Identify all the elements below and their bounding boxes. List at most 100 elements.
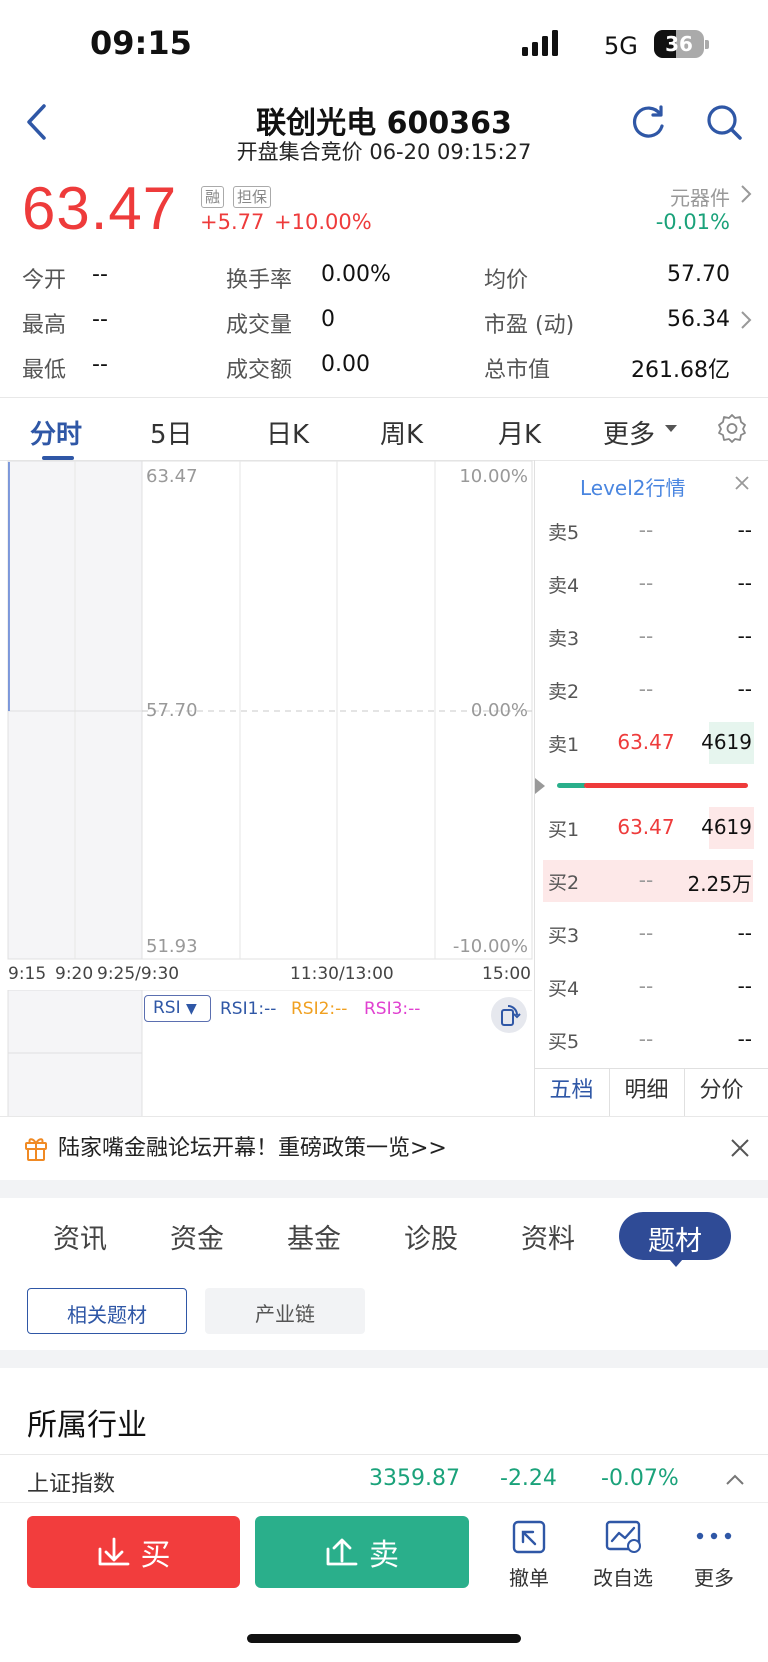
last-price: 63.47	[22, 175, 178, 242]
tab-news[interactable]: 资讯	[53, 1217, 107, 1256]
mktcap-label: 总市值	[484, 358, 551, 383]
order-sell-4: 卖4 -- --	[543, 559, 768, 609]
level2-title[interactable]: Level2行情	[580, 472, 686, 501]
mktcap-value: 261.68亿	[631, 358, 730, 383]
tab-day-k[interactable]: 日K	[266, 414, 309, 451]
guarantee-tag: 担保	[233, 186, 272, 208]
tab-funds[interactable]: 资金	[170, 1217, 224, 1256]
amount-value: 0.00	[321, 352, 370, 377]
high-label: 最高	[22, 313, 67, 338]
tab-diagnose[interactable]: 诊股	[404, 1217, 458, 1256]
ob-volume: --	[737, 624, 752, 648]
rsi3-value: RSI3:--	[364, 999, 421, 1019]
chevron-right-icon[interactable]	[740, 184, 752, 204]
cancel-order-label[interactable]: 撤单	[484, 1562, 574, 1591]
bid-ask-ratio-bar	[534, 774, 768, 798]
ob-volume: 4619	[701, 815, 752, 839]
time-label: 9:25/9:30	[97, 964, 180, 984]
price-change-pct: +10.00%	[274, 210, 372, 234]
ob-label: 卖5	[548, 522, 580, 544]
close-icon[interactable]	[731, 1139, 749, 1157]
rotate-landscape-icon[interactable]	[491, 997, 527, 1033]
order-buy-4: 买4 -- --	[543, 962, 768, 1012]
close-icon[interactable]	[735, 476, 749, 490]
order-buy-5: 买5 -- --	[543, 1015, 768, 1065]
pct-top-label: 10.00%	[459, 466, 528, 487]
buy-button[interactable]: 买	[27, 1516, 240, 1588]
ob-label: 买3	[548, 925, 580, 947]
settings-gear-icon[interactable]	[717, 413, 747, 443]
sell-button[interactable]: 卖	[255, 1516, 469, 1588]
search-icon[interactable]	[706, 104, 744, 142]
tab-profile[interactable]: 资料	[521, 1217, 575, 1256]
ob-volume: --	[737, 571, 752, 595]
home-indicator[interactable]	[247, 1634, 521, 1643]
ob-price: --	[638, 1027, 654, 1051]
ob-volume: --	[737, 974, 752, 998]
buy-arrow-icon	[97, 1537, 131, 1567]
sell-label: 卖	[369, 1538, 399, 1573]
sector-name[interactable]: 元器件	[670, 182, 730, 211]
avg-price-value: 57.70	[667, 262, 730, 287]
ob-price: 63.47	[617, 815, 675, 839]
index-name[interactable]: 上证指数	[27, 1466, 115, 1498]
ob-label: 卖4	[548, 575, 580, 597]
ob-label: 买1	[548, 819, 580, 841]
ob-price: --	[638, 974, 654, 998]
time-label: 9:15	[8, 964, 47, 984]
tab-fundamentals[interactable]: 基金	[287, 1217, 341, 1256]
caret-down-icon: ▼	[186, 1001, 197, 1017]
tab-month-k[interactable]: 月K	[498, 414, 541, 451]
ob-label: 卖2	[548, 681, 580, 703]
ob-price: --	[638, 868, 654, 892]
tab-detail[interactable]: 明细	[609, 1072, 684, 1104]
tab-more[interactable]: 更多	[603, 414, 655, 451]
edit-watchlist-icon[interactable]	[604, 1519, 644, 1555]
subtab-chain[interactable]: 产业链	[205, 1288, 365, 1334]
ob-label: 买5	[548, 1031, 580, 1053]
ob-price: --	[638, 677, 654, 701]
notice-banner[interactable]: 陆家嘴金融论坛开幕！重磅政策一览>>	[0, 1117, 768, 1179]
order-sell-3: 卖3 -- --	[543, 612, 768, 662]
more-dots-icon[interactable]	[696, 1532, 732, 1540]
volume-label: 成交量	[226, 313, 293, 338]
tab-themes[interactable]: 题材	[619, 1212, 731, 1260]
pct-mid-label: 0.00%	[470, 700, 528, 721]
chevron-right-icon[interactable]	[740, 310, 752, 330]
notice-text[interactable]: 陆家嘴金融论坛开幕！重磅政策一览>>	[58, 1130, 447, 1162]
high-value: --	[92, 307, 108, 332]
time-label: 15:00	[482, 964, 531, 984]
tab-price-dist[interactable]: 分价	[684, 1072, 759, 1104]
more-label[interactable]: 更多	[669, 1562, 759, 1591]
pct-bottom-label: -10.00%	[452, 936, 528, 957]
index-change: -2.24	[500, 1466, 557, 1491]
ob-volume: --	[737, 677, 752, 701]
tab-week-k[interactable]: 周K	[380, 414, 423, 451]
turnover-rate-value: 0.00%	[321, 262, 391, 287]
section-divider	[0, 1180, 768, 1198]
refresh-icon[interactable]	[630, 104, 666, 140]
order-buy-3: 买3 -- --	[543, 909, 768, 959]
battery-tip	[705, 40, 709, 49]
tab-five-level[interactable]: 五档	[534, 1072, 609, 1104]
subtab-related[interactable]: 相关题材	[27, 1288, 187, 1334]
signal-icon	[522, 30, 560, 56]
order-buy-1: 买1 63.47 4619	[543, 803, 768, 853]
open-value: --	[92, 262, 108, 287]
divider	[0, 1454, 768, 1455]
indicator-selector[interactable]: RSI ▼	[144, 995, 211, 1022]
volume-value: 0	[321, 307, 335, 332]
ob-label: 买2	[548, 872, 580, 894]
low-value: --	[92, 352, 108, 377]
gift-icon	[24, 1135, 48, 1161]
cancel-order-icon[interactable]	[511, 1519, 547, 1555]
edit-watchlist-label[interactable]: 改自选	[578, 1562, 668, 1591]
chevron-up-icon[interactable]	[726, 1474, 744, 1486]
caret-down-icon[interactable]	[665, 425, 677, 433]
tab-intraday[interactable]: 分时	[30, 414, 82, 451]
tab-five-day[interactable]: 5日	[150, 414, 193, 451]
intraday-chart[interactable]	[0, 460, 534, 960]
section-divider	[0, 1350, 768, 1368]
ob-price: --	[638, 921, 654, 945]
pe-label: 市盈 (动)	[484, 313, 575, 338]
